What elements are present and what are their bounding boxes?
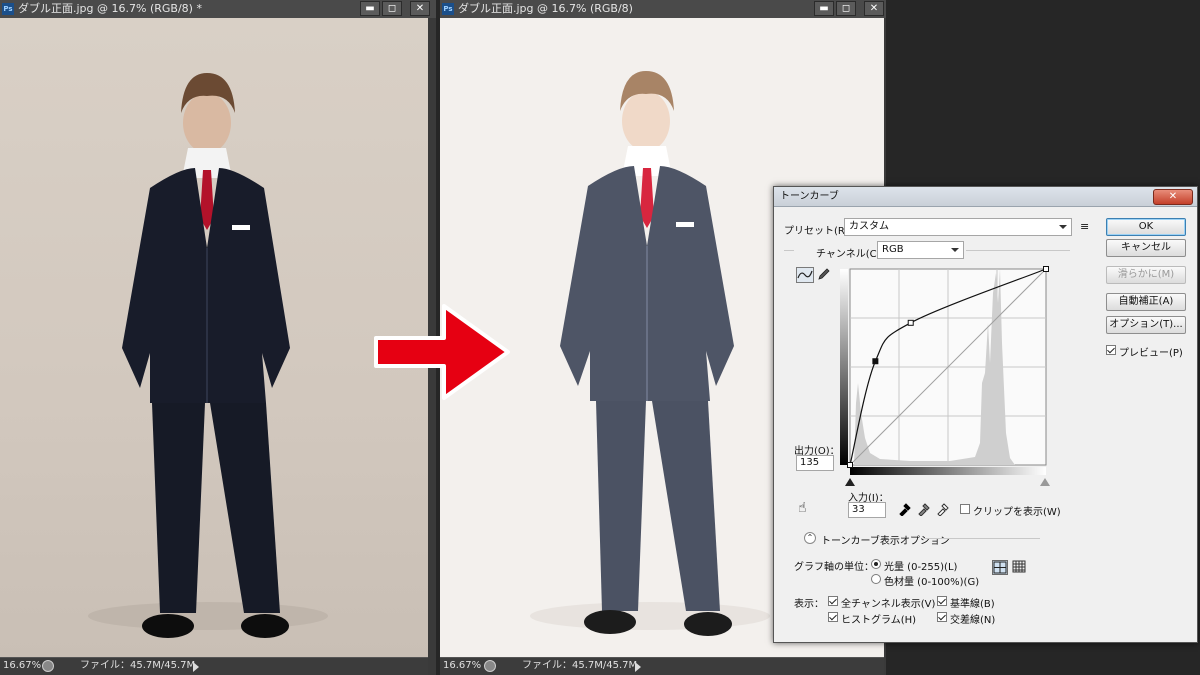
left-zoom-level[interactable]: 16.67%: [3, 658, 41, 674]
show-all-channels-checkbox[interactable]: [828, 596, 838, 606]
curve-point[interactable]: [872, 358, 879, 365]
curves-dialog-close-button[interactable]: ✕: [1153, 189, 1193, 205]
chevron-down-icon: [951, 248, 959, 252]
unit-pigment-label: 色材量 (0-100%)(G): [884, 577, 980, 588]
graph-units-label: グラフ軸の単位：: [794, 562, 874, 573]
smooth-button[interactable]: 滑らかに(M): [1106, 266, 1186, 284]
input-field[interactable]: 33: [848, 502, 886, 518]
options-button[interactable]: オプション(T)...: [1106, 316, 1186, 334]
left-window-title: ダブル正面.jpg @ 16.7% (RGB/8) *: [18, 2, 202, 15]
grid-4x4-icon: [993, 561, 1007, 574]
chevron-down-icon: [1059, 225, 1067, 229]
show-intersection-checkbox[interactable]: [937, 612, 947, 622]
show-intersection-label: 交差線(N): [950, 615, 996, 626]
curve-icon: [797, 270, 813, 279]
show-baseline-checkbox[interactable]: [937, 596, 947, 606]
curves-dialog: トーンカーブ ✕ プリセット(R)： カスタム ≡ OK キャンセル 滑らかに(…: [773, 186, 1198, 643]
show-clipping-checkbox[interactable]: [960, 504, 970, 514]
channel-group-line-right: [966, 250, 1070, 251]
auto-button[interactable]: 自動補正(A): [1106, 293, 1186, 311]
left-status-info-icon[interactable]: [42, 660, 54, 672]
black-point-slider-icon[interactable]: [845, 478, 855, 486]
curves-dialog-title: トーンカーブ: [780, 191, 839, 202]
show-label: 表示：: [794, 599, 824, 610]
show-baseline-label: 基準線(B): [950, 599, 995, 610]
photoshop-icon: Ps: [442, 3, 454, 15]
output-gradient-bar: [840, 269, 848, 465]
unit-pigment-radio[interactable]: [871, 574, 881, 584]
right-close-button[interactable]: ✕: [864, 1, 884, 16]
ok-button[interactable]: OK: [1106, 218, 1186, 236]
channel-select-value: RGB: [882, 244, 904, 255]
right-file-info: ファイル：45.7M/45.7M: [522, 660, 638, 671]
curves-dialog-titlebar[interactable]: トーンカーブ: [774, 187, 1197, 207]
grid-10x10-icon: [1012, 560, 1026, 573]
show-histogram-label: ヒストグラム(H): [841, 615, 917, 626]
left-file-info: ファイル：45.7M/45.7M: [80, 660, 196, 671]
curves-graph[interactable]: [840, 263, 1050, 475]
preset-select[interactable]: カスタム: [844, 218, 1072, 236]
photoshop-icon: Ps: [2, 3, 14, 15]
unit-light-label: 光量 (0-255)(L): [884, 562, 958, 573]
preset-options-icon[interactable]: ≡: [1080, 220, 1089, 233]
curve-point-tool-button[interactable]: [796, 267, 814, 283]
preview-checkbox[interactable]: [1106, 345, 1116, 355]
grid-simple-button[interactable]: [992, 560, 1008, 575]
left-status-menu-arrow-icon[interactable]: [193, 662, 199, 672]
right-restore-button[interactable]: ◻: [836, 1, 856, 16]
display-options-toggle[interactable]: ⌃: [804, 532, 816, 544]
right-status-menu-arrow-icon[interactable]: [635, 662, 641, 672]
channel-group-line: [784, 250, 794, 251]
curve-point[interactable]: [1043, 266, 1049, 272]
show-clipping-label: クリップを表示(W): [973, 507, 1061, 518]
channel-select[interactable]: RGB: [877, 241, 964, 259]
preset-select-value: カスタム: [849, 221, 889, 232]
unit-light-radio[interactable]: [871, 559, 881, 569]
left-photo-model: [88, 73, 328, 638]
left-canvas[interactable]: [0, 18, 428, 657]
before-after-arrow-icon: [374, 304, 510, 400]
pencil-tool-button[interactable]: [817, 267, 833, 283]
show-histogram-checkbox[interactable]: [828, 612, 838, 622]
left-status-bar: 16.67% ファイル：45.7M/45.7M: [0, 657, 428, 675]
display-options-line: [924, 538, 1040, 539]
left-restore-button[interactable]: ◻: [382, 1, 402, 16]
white-eyedropper-icon[interactable]: [936, 502, 950, 516]
input-gradient-bar: [850, 467, 1046, 475]
left-close-button[interactable]: ✕: [410, 1, 430, 16]
left-minimize-button[interactable]: ▬: [360, 1, 380, 16]
white-point-slider-icon[interactable]: [1040, 478, 1050, 486]
preview-label: プレビュー(P): [1119, 348, 1183, 359]
left-document-window: Ps ダブル正面.jpg @ 16.7% (RGB/8) * ▬ ◻ ✕ 16.…: [0, 0, 436, 675]
right-status-bar: 16.67% ファイル：45.7M/45.7M: [440, 657, 884, 675]
right-minimize-button[interactable]: ▬: [814, 1, 834, 16]
grid-detailed-button[interactable]: [1012, 560, 1028, 575]
right-zoom-level[interactable]: 16.67%: [443, 658, 481, 674]
gray-eyedropper-icon[interactable]: [917, 502, 931, 516]
cancel-button[interactable]: キャンセル: [1106, 239, 1186, 257]
on-image-adjust-hand-icon[interactable]: ☝: [798, 501, 807, 515]
right-window-title: ダブル正面.jpg @ 16.7% (RGB/8): [458, 2, 633, 15]
output-field[interactable]: 135: [796, 455, 834, 471]
pencil-icon: [818, 268, 830, 280]
curve-point[interactable]: [847, 462, 853, 468]
curve-point[interactable]: [907, 319, 914, 326]
show-all-channels-label: 全チャンネル表示(V): [841, 599, 936, 610]
display-options-label: トーンカーブ表示オプション: [821, 536, 950, 547]
black-eyedropper-icon[interactable]: [898, 502, 912, 516]
right-status-info-icon[interactable]: [484, 660, 496, 672]
